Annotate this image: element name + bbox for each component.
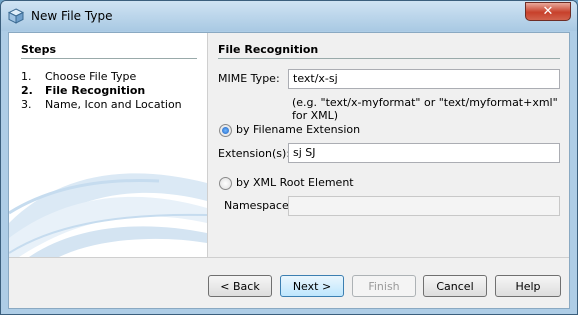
- panel-heading: File Recognition: [218, 43, 319, 56]
- steps-heading: Steps: [21, 43, 57, 56]
- file-recognition-panel: File Recognition MIME Type: text/x-sj (e…: [208, 33, 569, 257]
- next-button[interactable]: Next >: [280, 275, 344, 297]
- finish-button[interactable]: Finish: [352, 275, 416, 297]
- close-icon: ✕: [542, 4, 554, 19]
- cancel-button[interactable]: Cancel: [423, 275, 487, 297]
- step-number: 2.: [21, 84, 33, 97]
- close-button[interactable]: ✕: [525, 2, 571, 21]
- radio-by-extension[interactable]: [219, 124, 232, 137]
- mime-type-hint: (e.g. "text/x-myformat" or "text/myforma…: [292, 96, 558, 122]
- steps-panel: Steps 1. Choose File Type 2. File Recognit…: [9, 33, 207, 257]
- steps-divider: [21, 58, 197, 59]
- step-number: 1.: [21, 70, 32, 83]
- decorative-swoosh-graphic: [9, 173, 207, 257]
- back-button[interactable]: < Back: [208, 275, 272, 297]
- mime-type-label: MIME Type:: [218, 72, 280, 85]
- extensions-label: Extension(s):: [218, 147, 291, 160]
- radio-by-extension-label[interactable]: by Filename Extension: [236, 123, 360, 136]
- mime-type-input[interactable]: text/x-sj: [288, 69, 560, 89]
- radio-by-xml-root[interactable]: [219, 177, 232, 190]
- extensions-input[interactable]: sj SJ: [288, 143, 560, 163]
- title-bar[interactable]: New File Type ✕: [1, 1, 577, 31]
- dialog-content: Steps 1. Choose File Type 2. File Recognit…: [8, 32, 570, 309]
- heading-divider: [218, 58, 560, 59]
- app-cube-icon: [8, 8, 24, 24]
- namespace-label: Namespace:: [224, 199, 293, 212]
- namespace-input[interactable]: [288, 196, 560, 216]
- dialog-window: New File Type ✕ Steps 1. Choose File Type…: [0, 0, 578, 315]
- radio-by-xml-root-label[interactable]: by XML Root Element: [236, 176, 354, 189]
- button-bar-divider: [9, 257, 569, 258]
- window-title: New File Type: [31, 9, 113, 23]
- step-number: 3.: [21, 98, 32, 111]
- step-item-current: 2. File Recognition: [21, 84, 145, 97]
- step-item: 1. Choose File Type: [21, 70, 136, 83]
- step-label: File Recognition: [45, 84, 146, 97]
- step-label: Name, Icon and Location: [45, 98, 182, 111]
- step-item: 3. Name, Icon and Location: [21, 98, 182, 111]
- step-label: Choose File Type: [45, 70, 137, 83]
- help-button[interactable]: Help: [495, 275, 561, 297]
